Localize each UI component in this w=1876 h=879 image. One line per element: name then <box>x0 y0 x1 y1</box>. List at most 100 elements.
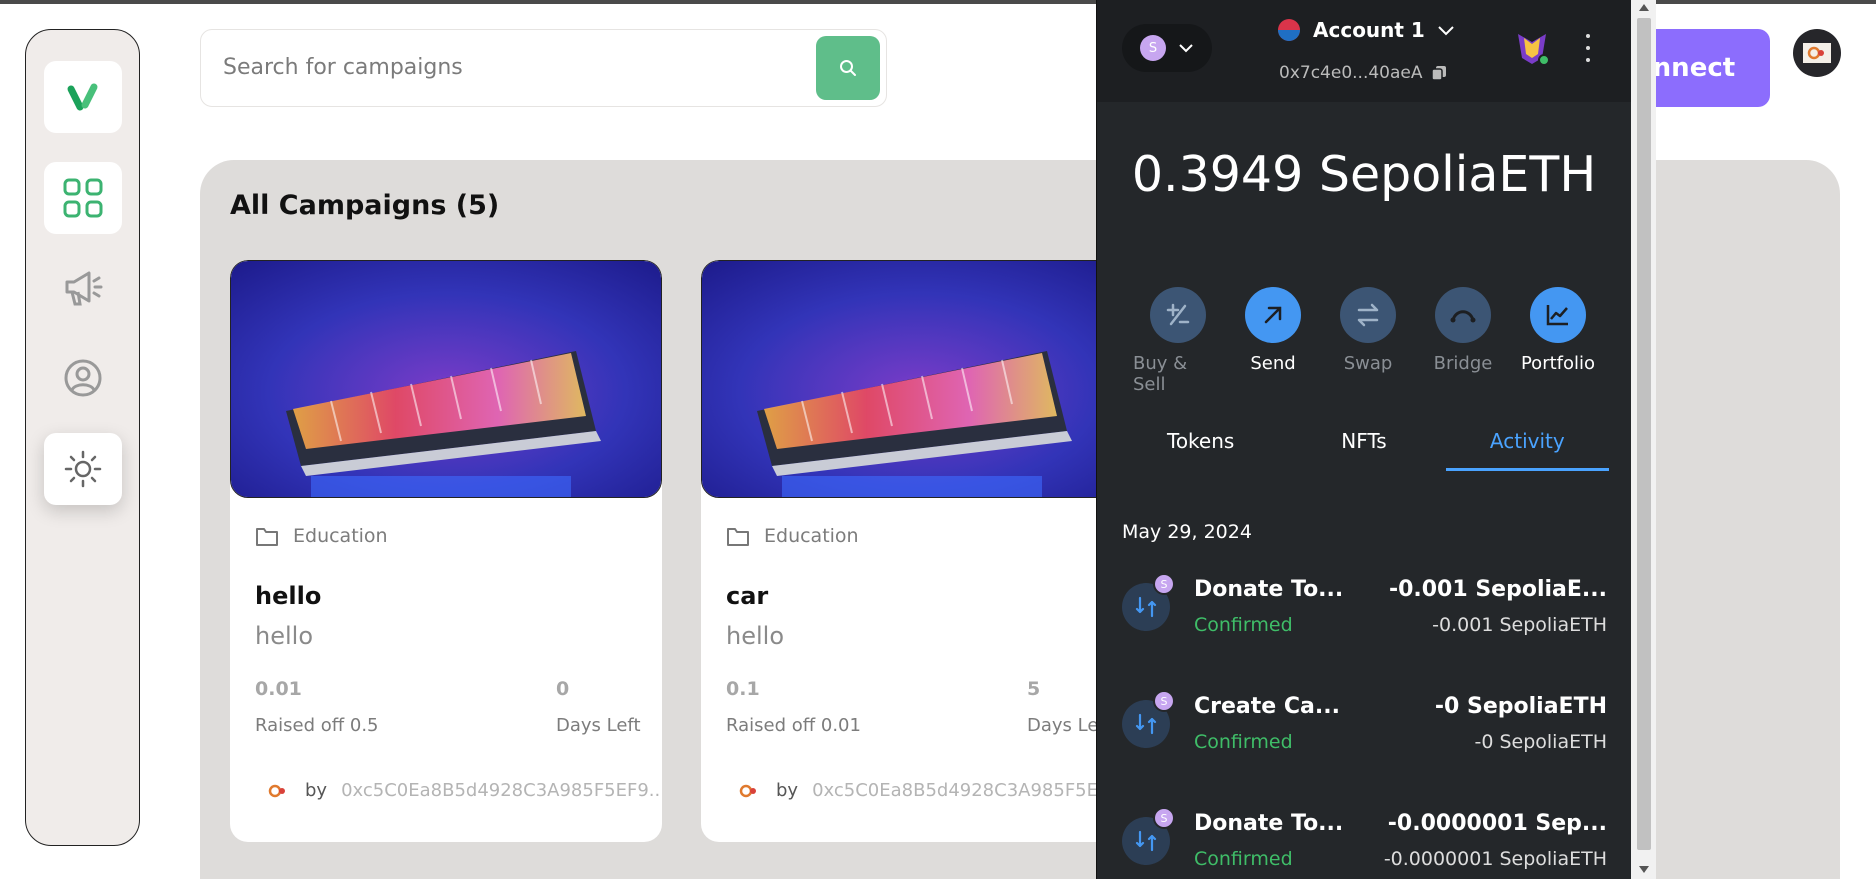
network-badge: S <box>1153 807 1175 829</box>
campaign-image <box>701 260 1133 498</box>
transaction-status: Confirmed <box>1194 731 1293 753</box>
swap-label: Swap <box>1343 353 1393 374</box>
category-label: Education <box>764 525 859 547</box>
transaction-amount: -0.0000001 Sep... <box>1387 811 1607 836</box>
activity-date: May 29, 2024 <box>1122 521 1252 543</box>
scrollbar-thumb[interactable] <box>1637 18 1651 850</box>
network-badge: S <box>1140 35 1166 61</box>
owner-avatar-icon <box>739 784 756 797</box>
avatar[interactable] <box>1793 29 1841 77</box>
campaign-description: hello <box>726 622 784 650</box>
network-selector[interactable]: S <box>1122 24 1212 72</box>
campaign-description: hello <box>255 622 313 650</box>
search-bar <box>200 29 887 107</box>
transaction-title: Donate To... <box>1194 577 1344 602</box>
sidebar-item-campaigns[interactable] <box>44 252 122 324</box>
by-label: by <box>776 780 799 801</box>
folder-icon <box>256 528 278 546</box>
profile-image-icon <box>1803 43 1831 63</box>
network-badge: S <box>1153 690 1175 712</box>
transaction-row[interactable]: S Donate To... Confirmed -0.0000001 Sep.… <box>1122 807 1607 879</box>
campaign-card[interactable]: Education car hello 0.1 Raised off 0.01 … <box>701 260 1133 842</box>
transaction-row[interactable]: S Create Ca... Confirmed -0 SepoliaETH -… <box>1122 690 1607 774</box>
theme-toggle-button[interactable] <box>44 433 122 505</box>
portfolio-button[interactable]: Portfolio <box>1513 287 1603 395</box>
buy-sell-button[interactable]: Buy & Sell <box>1133 287 1223 395</box>
owner-avatar-icon <box>268 784 285 797</box>
search-icon <box>840 60 856 76</box>
transaction-title: Donate To... <box>1194 811 1344 836</box>
more-options-icon[interactable] <box>1584 34 1592 62</box>
tab-tokens[interactable]: Tokens <box>1119 423 1282 471</box>
metamask-fox-icon[interactable] <box>1512 28 1552 68</box>
category-label: Education <box>293 525 388 547</box>
campaign-owner: by 0xc5C0Ea8B5d4928C3A985F5EF9... <box>736 780 1133 801</box>
days-left-value: 0 <box>556 678 570 700</box>
sidebar-item-dashboard[interactable] <box>44 162 122 234</box>
folder-icon <box>727 528 749 546</box>
wallet-popup: S Account 1 0x7c4e0...40aeA 0.3949 Sepol… <box>1096 0 1656 879</box>
sidebar <box>25 29 140 846</box>
transaction-amount-detail: -0.001 SepoliaETH <box>1432 614 1607 636</box>
bridge-icon <box>1450 310 1476 323</box>
search-input[interactable] <box>223 30 803 105</box>
logo-icon <box>67 83 98 111</box>
scroll-up-icon[interactable] <box>1639 4 1649 11</box>
transaction-status: Confirmed <box>1194 614 1293 636</box>
grid-icon <box>63 178 103 218</box>
days-left-value: 5 <box>1027 678 1041 700</box>
megaphone-icon <box>65 271 103 306</box>
account-avatar-icon <box>1278 19 1300 41</box>
scroll-down-icon[interactable] <box>1639 866 1649 873</box>
account-selector[interactable]: Account 1 <box>1277 18 1455 42</box>
keyboard-image-icon <box>231 261 661 497</box>
tab-activity[interactable]: Activity <box>1445 423 1609 471</box>
wallet-balance: 0.3949 SepoliaETH <box>1131 146 1597 203</box>
transaction-row[interactable]: S Donate To... Confirmed -0.001 SepoliaE… <box>1122 573 1607 657</box>
account-address[interactable]: 0x7c4e0...40aeA <box>1279 63 1448 83</box>
chevron-down-icon <box>1179 44 1193 53</box>
raised-amount: 0.1 <box>726 678 760 700</box>
transaction-title: Create Ca... <box>1194 694 1340 719</box>
campaign-category: Education <box>255 525 388 547</box>
keyboard-image-icon <box>702 261 1132 497</box>
send-arrow-icon <box>1264 306 1282 324</box>
bridge-label: Bridge <box>1433 353 1493 374</box>
campaign-owner: by 0xc5C0Ea8B5d4928C3A985F5EF9... <box>265 780 662 801</box>
transaction-status: Confirmed <box>1194 848 1293 870</box>
buy-sell-icon <box>1166 303 1190 326</box>
portfolio-label: Portfolio <box>1520 353 1596 374</box>
wallet-header: S Account 1 0x7c4e0...40aeA <box>1097 0 1631 102</box>
days-left-label: Days Left <box>556 715 641 736</box>
search-button[interactable] <box>816 36 880 100</box>
send-button[interactable]: Send <box>1228 287 1318 395</box>
transaction-amount-detail: -0.0000001 SepoliaETH <box>1383 848 1607 870</box>
raised-amount: 0.01 <box>255 678 302 700</box>
campaign-title: car <box>726 582 769 610</box>
wallet-actions: Buy & Sell Send Swap Bridge Portfolio <box>1133 287 1603 395</box>
wallet-tabs: Tokens NFTs Activity <box>1119 423 1609 471</box>
sidebar-item-profile[interactable] <box>44 342 122 414</box>
bridge-button[interactable]: Bridge <box>1418 287 1508 395</box>
network-badge: S <box>1153 573 1175 595</box>
campaign-category: Education <box>726 525 859 547</box>
owner-address: 0xc5C0Ea8B5d4928C3A985F5EF9... <box>812 780 1133 801</box>
campaign-title: hello <box>255 582 322 610</box>
transaction-amount: -0 SepoliaETH <box>1434 694 1607 719</box>
logo-button[interactable] <box>44 61 122 133</box>
raised-label: Raised off 0.01 <box>726 715 861 736</box>
account-name: Account 1 <box>1313 18 1425 42</box>
campaign-image <box>230 260 662 498</box>
by-label: by <box>305 780 328 801</box>
page-title: All Campaigns (5) <box>230 190 500 221</box>
raised-label: Raised off 0.5 <box>255 715 379 736</box>
owner-address: 0xc5C0Ea8B5d4928C3A985F5EF9... <box>341 780 662 801</box>
user-circle-icon <box>64 359 102 397</box>
campaign-card[interactable]: Education hello hello 0.01 Raised off 0.… <box>230 260 662 842</box>
swap-icon <box>1357 303 1379 327</box>
portfolio-chart-icon <box>1546 305 1568 326</box>
transaction-amount-detail: -0 SepoliaETH <box>1474 731 1607 753</box>
tab-nfts[interactable]: NFTs <box>1282 423 1445 471</box>
send-label: Send <box>1250 353 1296 374</box>
swap-button[interactable]: Swap <box>1323 287 1413 395</box>
